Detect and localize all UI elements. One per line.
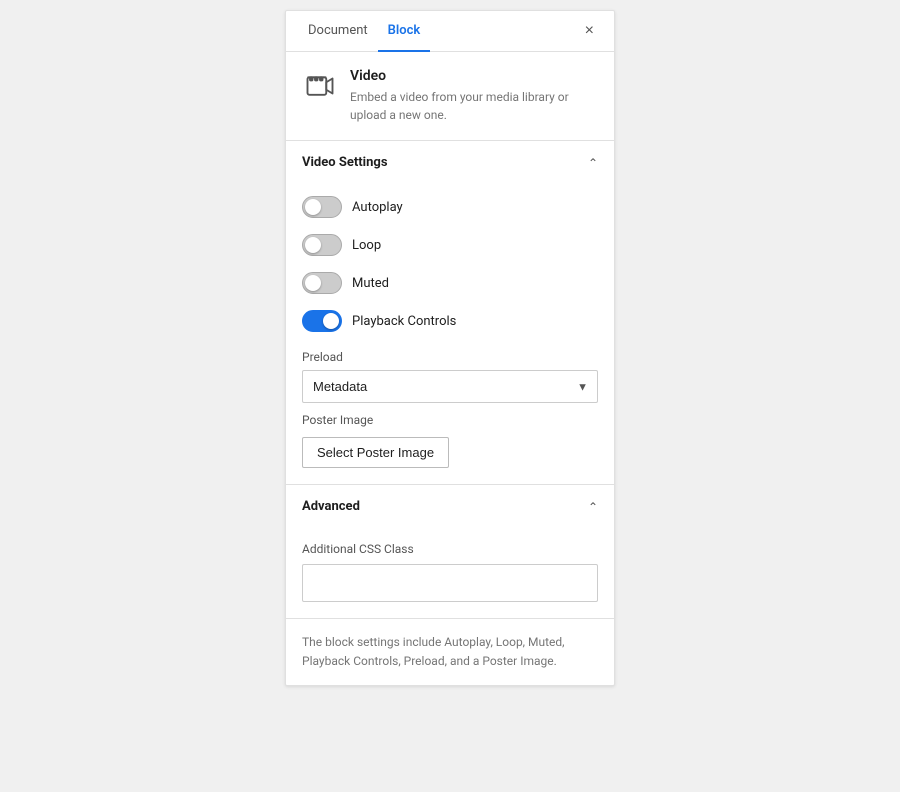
preload-select[interactable]: Metadata None Auto (302, 370, 598, 403)
advanced-section: Advanced ⌃ Additional CSS Class (286, 485, 614, 619)
tab-bar: Document Block × (286, 11, 614, 52)
advanced-section-title: Advanced (302, 499, 360, 514)
css-class-input[interactable] (302, 564, 598, 602)
video-settings-section: Video Settings ⌃ Autoplay Loop (286, 141, 614, 485)
advanced-chevron-icon: ⌃ (588, 500, 598, 514)
preload-field: Preload Metadata None Auto ▼ (302, 350, 598, 403)
muted-label: Muted (352, 276, 389, 291)
poster-image-field: Poster Image Select Poster Image (302, 413, 598, 468)
advanced-section-header[interactable]: Advanced ⌃ (286, 485, 614, 528)
video-settings-header[interactable]: Video Settings ⌃ (286, 141, 614, 184)
muted-track (302, 272, 342, 294)
css-class-label: Additional CSS Class (302, 542, 598, 556)
autoplay-toggle[interactable] (302, 196, 342, 218)
video-icon (302, 68, 338, 104)
settings-panel: Document Block × Video Embed a video fro… (285, 10, 615, 686)
video-settings-title: Video Settings (302, 155, 388, 170)
playback-controls-toggle[interactable] (302, 310, 342, 332)
autoplay-track (302, 196, 342, 218)
poster-image-label: Poster Image (302, 413, 598, 427)
loop-label: Loop (352, 238, 381, 253)
playback-controls-track (302, 310, 342, 332)
video-svg (305, 71, 335, 101)
select-poster-image-button[interactable]: Select Poster Image (302, 437, 449, 468)
footer-text: The block settings include Autoplay, Loo… (286, 619, 614, 685)
playback-controls-label: Playback Controls (352, 314, 456, 329)
block-info-section: Video Embed a video from your media libr… (286, 52, 614, 141)
preload-label: Preload (302, 350, 598, 364)
video-settings-chevron-icon: ⌃ (588, 156, 598, 170)
tab-block[interactable]: Block (378, 11, 431, 52)
muted-toggle[interactable] (302, 272, 342, 294)
loop-track (302, 234, 342, 256)
block-title: Video (350, 68, 598, 84)
playback-controls-row: Playback Controls (302, 302, 598, 340)
block-description: Embed a video from your media library or… (350, 88, 598, 124)
autoplay-row: Autoplay (302, 188, 598, 226)
muted-row: Muted (302, 264, 598, 302)
video-settings-body: Autoplay Loop Muted (286, 184, 614, 484)
loop-toggle[interactable] (302, 234, 342, 256)
preload-select-wrapper: Metadata None Auto ▼ (302, 370, 598, 403)
autoplay-label: Autoplay (352, 200, 403, 215)
loop-row: Loop (302, 226, 598, 264)
close-button[interactable]: × (577, 18, 602, 44)
advanced-section-body: Additional CSS Class (286, 528, 614, 618)
tab-document[interactable]: Document (298, 11, 378, 52)
block-info-text: Video Embed a video from your media libr… (350, 68, 598, 124)
